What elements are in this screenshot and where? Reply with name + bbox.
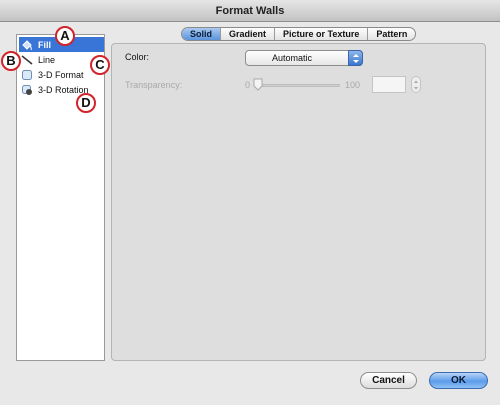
sidebar-item-label: 3-D Format <box>38 69 84 80</box>
transparency-label: Transparency: <box>125 80 183 90</box>
callout-b: B <box>1 51 21 71</box>
window-title: Format Walls <box>0 0 500 22</box>
format-walls-dialog: Format Walls Fill Line 3-D Format 3-D Ro… <box>0 0 500 405</box>
transparency-max-label: 100 <box>345 80 361 90</box>
tab-solid[interactable]: Solid <box>182 28 221 40</box>
sidebar-item-label: Line <box>38 54 56 65</box>
transparency-slider[interactable] <box>256 84 340 87</box>
ok-button[interactable]: OK <box>429 372 488 389</box>
settings-panel <box>111 43 486 361</box>
callout-d: D <box>76 93 96 113</box>
transparency-stepper[interactable] <box>411 76 421 93</box>
callout-a: A <box>55 26 75 46</box>
slider-thumb-icon[interactable] <box>253 78 263 94</box>
color-label: Color: <box>125 52 150 62</box>
3d-format-icon <box>21 69 33 81</box>
callout-c: C <box>90 55 110 75</box>
color-popup-value: Automatic <box>272 53 313 63</box>
cancel-button[interactable]: Cancel <box>360 372 417 389</box>
color-popup[interactable]: Automatic <box>245 50 363 66</box>
tab-gradient[interactable]: Gradient <box>221 28 276 40</box>
popup-arrows-icon <box>348 50 363 66</box>
transparency-min-label: 0 <box>245 80 251 90</box>
tab-picture-or-texture[interactable]: Picture or Texture <box>275 28 369 40</box>
transparency-field[interactable] <box>372 76 406 93</box>
line-icon <box>21 54 33 66</box>
tab-pattern[interactable]: Pattern <box>368 28 415 40</box>
sidebar-item-label: Fill <box>38 39 51 50</box>
category-sidebar: Fill Line 3-D Format 3-D Rotation <box>16 34 105 361</box>
fill-type-tabs: Solid Gradient Picture or Texture Patter… <box>181 27 417 41</box>
3d-rotation-icon <box>21 84 33 96</box>
paint-bucket-icon <box>21 39 33 51</box>
